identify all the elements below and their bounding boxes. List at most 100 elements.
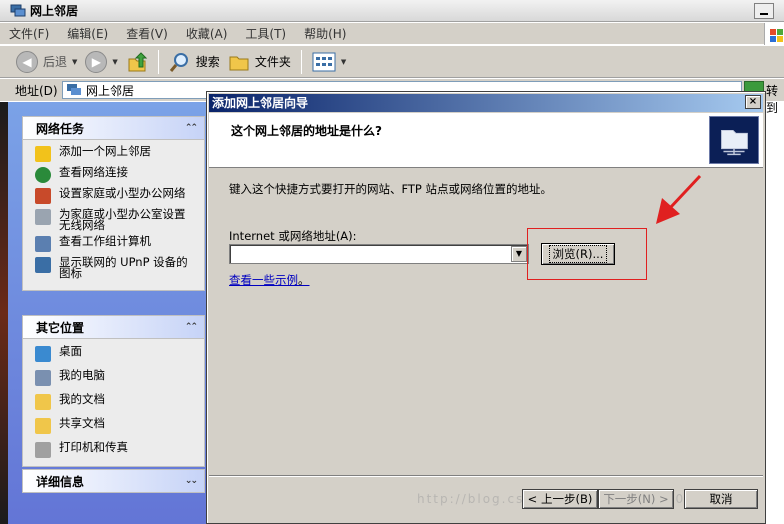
network-tasks-group: 网络任务 ⌃⌃ 添加一个网上邻居 查看网络连接 设置家庭或小型办公网络 为家庭或… [22, 116, 205, 291]
chevron-down-icon[interactable]: ⌄⌄ [185, 476, 198, 486]
task-label: 查看网络连接 [59, 165, 128, 179]
place-desktop[interactable]: 桌面 [35, 345, 198, 362]
examples-link[interactable]: 查看一些示例 [229, 273, 298, 287]
place-my-computer[interactable]: 我的电脑 [35, 368, 198, 386]
details-title: 详细信息 [36, 474, 85, 489]
place-shared-documents[interactable]: 共享文档 [35, 416, 198, 434]
task-setup-wireless[interactable]: 为家庭或小型办公室设置无线网络 [35, 207, 198, 232]
views-button[interactable]: ▼ [308, 49, 350, 75]
workgroup-icon [35, 236, 51, 252]
menu-view[interactable]: 查看(V) [117, 25, 177, 42]
search-button[interactable]: 搜索 [165, 49, 224, 75]
close-icon: × [748, 96, 758, 107]
other-places-group: 其它位置 ⌃⌃ 桌面 我的电脑 我的文档 共享文档 打印机和传真 [22, 315, 205, 467]
views-icon [312, 52, 336, 71]
next-step-label: 下一步(N) > [603, 492, 669, 506]
menu-bar: 文件(F) 编辑(E) 查看(V) 收藏(A) 工具(T) 帮助(H) [0, 23, 784, 45]
up-folder-button[interactable] [122, 49, 152, 75]
task-setup-home-network[interactable]: 设置家庭或小型办公网络 [35, 187, 198, 204]
wizard-title: 添加网上邻居向导 [212, 96, 309, 110]
network-tasks-list: 添加一个网上邻居 查看网络连接 设置家庭或小型办公网络 为家庭或小型办公室设置无… [22, 140, 205, 291]
window-title: 网上邻居 [30, 4, 79, 18]
menu-file[interactable]: 文件(F) [0, 25, 58, 42]
folders-label: 文件夹 [254, 55, 291, 69]
globe-icon [35, 167, 51, 183]
desktop-edge [0, 102, 8, 524]
next-step-button[interactable]: 下一步(N) > [598, 489, 674, 509]
examples-text: 查看一些示例。 [229, 272, 310, 288]
task-view-connections[interactable]: 查看网络连接 [35, 165, 198, 183]
search-label: 搜索 [195, 55, 220, 69]
task-view-workgroup[interactable]: 查看工作组计算机 [35, 235, 198, 252]
network-address-combobox[interactable]: ▼ [229, 244, 529, 264]
home-network-icon [35, 188, 51, 204]
forward-button[interactable]: ▶ ▼ [81, 49, 121, 75]
place-label: 我的文档 [59, 392, 105, 406]
shared-folder-icon [35, 418, 51, 434]
place-label: 共享文档 [59, 416, 105, 430]
minimize-icon [760, 13, 768, 15]
wizard-title-bar[interactable]: 添加网上邻居向导 [209, 94, 763, 112]
place-printers[interactable]: 打印机和传真 [35, 440, 198, 458]
search-icon [169, 52, 188, 72]
wizard-divider [209, 475, 763, 477]
back-button[interactable]: ◀ 后退 ▼ [12, 49, 81, 75]
toolbar: ◀ 后退 ▼ ▶ ▼ 搜索 文件夹 ▼ [0, 46, 784, 78]
other-places-title: 其它位置 [36, 320, 85, 335]
chevron-up-icon[interactable]: ⌃⌃ [185, 322, 198, 332]
back-arrow-icon: ◀ [16, 50, 38, 73]
add-place-icon [35, 146, 51, 162]
minimize-button[interactable] [754, 3, 774, 19]
task-add-network-place[interactable]: 添加一个网上邻居 [35, 145, 198, 162]
chevron-up-icon[interactable]: ⌃⌃ [185, 123, 198, 133]
network-tasks-header[interactable]: 网络任务 ⌃⌃ [22, 116, 205, 140]
close-button[interactable]: × [745, 95, 761, 109]
place-label: 我的电脑 [59, 368, 105, 382]
documents-folder-icon [35, 394, 51, 410]
address-label: 地址(D) [15, 83, 58, 98]
go-label[interactable]: 转到 [766, 82, 784, 116]
chevron-down-icon[interactable]: ▼ [341, 58, 346, 66]
back-label: 后退 [43, 55, 68, 69]
computer-icon [35, 370, 51, 386]
details-header[interactable]: 详细信息 ⌄⌄ [22, 469, 205, 493]
task-label: 为家庭或小型办公室设置无线网络 [59, 207, 186, 232]
cancel-label: 取消 [709, 492, 733, 506]
wizard-heading: 这个网上邻居的地址是什么? [231, 124, 382, 138]
desktop-icon [35, 346, 51, 362]
folder-icon [229, 56, 249, 70]
place-label: 打印机和传真 [59, 440, 128, 454]
toolbar-separator [300, 49, 302, 74]
other-places-header[interactable]: 其它位置 ⌃⌃ [22, 315, 205, 339]
menu-help[interactable]: 帮助(H) [295, 25, 355, 42]
folders-button[interactable]: 文件夹 [224, 49, 295, 75]
wizard-instruction: 键入这个快捷方式要打开的网站、FTP 站点或网络位置的地址。 [229, 182, 553, 196]
upnp-device-icon [35, 257, 51, 273]
task-show-upnp[interactable]: 显示联网的 UPnP 设备的图标 [35, 255, 198, 280]
examples-period: 。 [298, 273, 310, 287]
printer-icon [35, 442, 51, 458]
other-places-list: 桌面 我的电脑 我的文档 共享文档 打印机和传真 [22, 339, 205, 467]
highlight-box [527, 228, 647, 280]
windows-logo-icon [764, 23, 784, 45]
place-my-documents[interactable]: 我的文档 [35, 392, 198, 410]
chevron-down-icon[interactable]: ▼ [511, 246, 527, 262]
network-places-icon [10, 4, 26, 16]
chevron-down-icon[interactable]: ▼ [72, 58, 77, 66]
network-tasks-title: 网络任务 [36, 121, 85, 136]
address-field-label: Internet 或网络地址(A): [229, 229, 357, 243]
wireless-icon [35, 209, 51, 225]
menu-edit[interactable]: 编辑(E) [58, 25, 117, 42]
toolbar-separator [157, 49, 159, 74]
details-group: 详细信息 ⌄⌄ [22, 469, 205, 493]
back-step-button[interactable]: < 上一步(B) [522, 489, 598, 509]
address-value: 网上邻居 [86, 83, 135, 98]
cancel-button[interactable]: 取消 [684, 489, 758, 509]
network-places-icon [67, 84, 81, 95]
explorer-title-bar[interactable]: 网上邻居 [0, 0, 784, 22]
chevron-down-icon[interactable]: ▼ [112, 58, 117, 66]
menu-tools[interactable]: 工具(T) [236, 25, 295, 42]
menu-favorites[interactable]: 收藏(A) [177, 25, 237, 42]
task-label: 显示联网的 UPnP 设备的图标 [59, 255, 188, 280]
up-folder-icon [128, 51, 148, 71]
